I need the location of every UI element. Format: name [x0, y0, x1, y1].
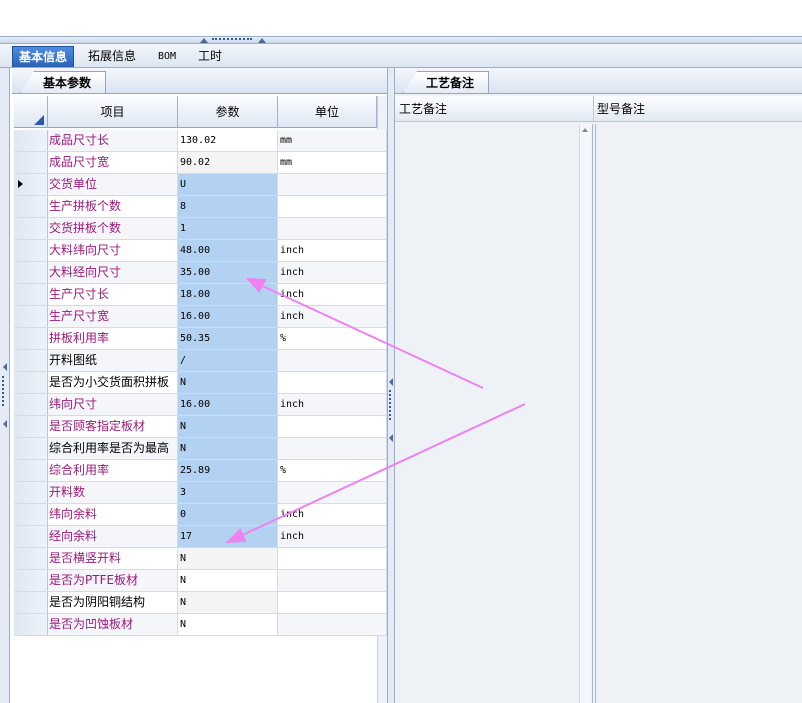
annotation-arrowhead	[245, 277, 267, 293]
annotation-arrow-line	[255, 282, 484, 389]
annotation-arrowhead	[225, 528, 247, 544]
annotation-arrow-line	[237, 403, 526, 538]
annotation-arrows	[225, 277, 526, 544]
